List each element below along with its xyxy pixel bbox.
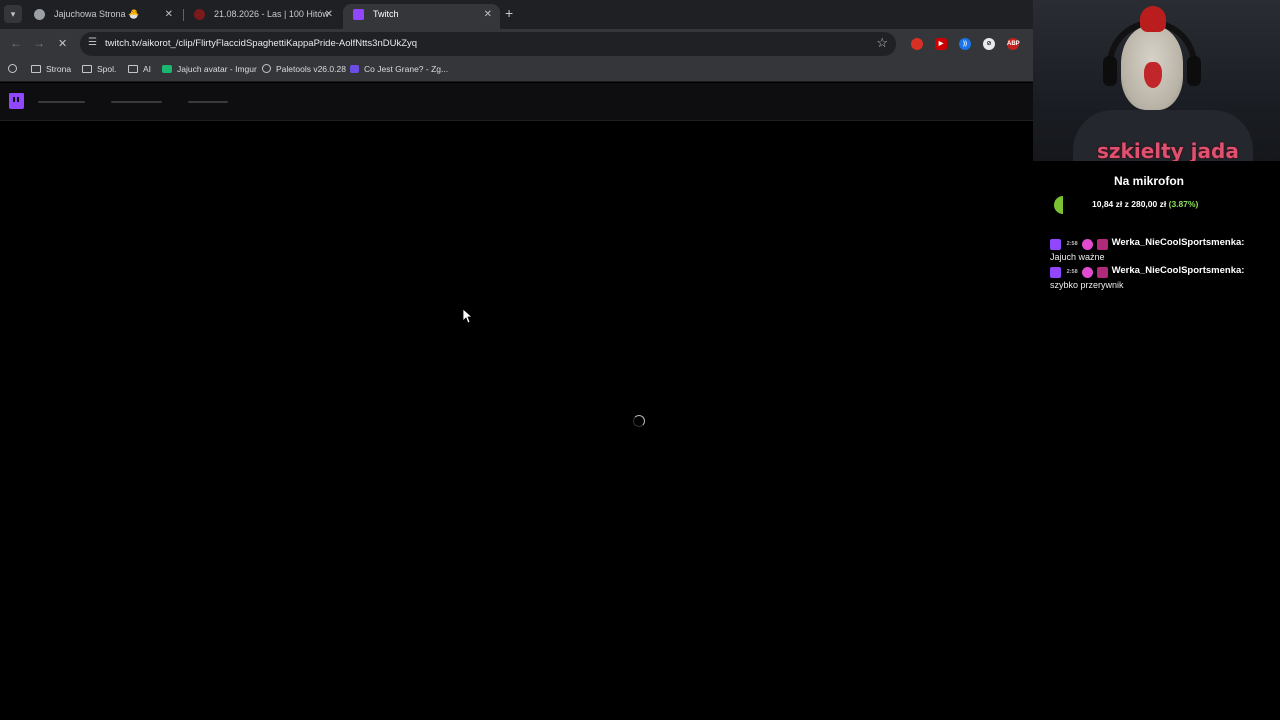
x-badge-icon	[1096, 266, 1108, 278]
bookmark-ai[interactable]: AI	[128, 64, 151, 74]
new-tab-button[interactable]: +	[505, 5, 513, 21]
site-info-icon[interactable]: ☰	[88, 37, 97, 48]
twitch-icon	[353, 9, 364, 20]
folder-icon	[82, 65, 92, 73]
twitch-badge-icon	[1050, 238, 1061, 250]
close-icon[interactable]: ✕	[165, 4, 173, 25]
twitch-logo-icon[interactable]	[9, 93, 24, 109]
bookmark-paletools[interactable]: Paletools v26.0.28	[262, 64, 346, 74]
tab-title: Jajuchowa Strona 🐣	[54, 9, 140, 19]
goal-title: Na mikrofon	[1113, 174, 1184, 188]
stream-overlay: szkielty jada Na mikrofon 10,84 zł z 280…	[1033, 0, 1280, 720]
site-icon	[350, 65, 359, 73]
audio-extension-icon[interactable]: ))	[959, 38, 971, 50]
globe-icon	[262, 64, 271, 73]
chat-text: Jajuch ważne	[1050, 252, 1105, 262]
chat-username: Werka_NieCoolSportsmenka:	[1111, 265, 1245, 276]
youtube-extension-icon[interactable]: ▶	[935, 38, 947, 50]
extension-red-icon[interactable]	[911, 38, 923, 50]
loading-spinner	[633, 415, 645, 427]
goal-progress-fill	[1054, 196, 1063, 214]
globe-icon	[34, 9, 45, 20]
heart-badge-icon	[1082, 266, 1094, 278]
twitch-top-nav	[0, 83, 1033, 121]
nav-placeholder	[188, 101, 228, 103]
tab-title: Twitch	[373, 9, 399, 19]
apps-icon[interactable]	[8, 64, 22, 74]
nav-placeholder	[38, 101, 85, 103]
bookmarks-bar: Strona Spol. AI Jajuch avatar - Imgur Pa…	[0, 59, 1033, 82]
tab-jajuchowa[interactable]: Jajuchowa Strona 🐣 ✕	[24, 4, 181, 29]
address-bar[interactable]: ☰ twitch.tv/aikorot_/clip/FlirtyFlaccidS…	[80, 32, 896, 56]
toolbar: ← → ✕ ☰ twitch.tv/aikorot_/clip/FlirtyFl…	[0, 29, 1033, 59]
page-content	[0, 121, 1033, 720]
close-icon[interactable]: ✕	[484, 4, 492, 25]
tab-strip: ▾ Jajuchowa Strona 🐣 ✕ 21.08.2026 - Las …	[0, 0, 1033, 29]
stop-loading-icon[interactable]: ✕	[58, 37, 67, 50]
compass-extension-icon[interactable]: ⊘	[983, 38, 995, 50]
webcam-feed: szkielty jada	[1033, 0, 1280, 161]
tab-title: 21.08.2026 - Las | 100 Hitów	[214, 9, 329, 19]
chat-badges: 2:58	[1050, 266, 1109, 279]
goal-amounts: 10,84 zł z 280,00 zł (3.87%)	[1092, 199, 1199, 209]
headset-ear	[1103, 56, 1117, 86]
tab-las[interactable]: 21.08.2026 - Las | 100 Hitów ✕	[184, 4, 341, 29]
bookmark-imgur[interactable]: Jajuch avatar - Imgur	[162, 64, 257, 74]
chicken-comb	[1140, 6, 1166, 32]
forward-icon[interactable]: →	[33, 36, 45, 50]
twitch-badge-icon	[1050, 266, 1061, 278]
bookmark-spol[interactable]: Spol.	[82, 64, 116, 74]
imgur-icon	[162, 65, 172, 73]
chat-message: 2:58 Werka_NieCoolSportsmenka: Jajuch wa…	[1050, 236, 1275, 264]
folder-icon	[128, 65, 138, 73]
browser-window: ▾ Jajuchowa Strona 🐣 ✕ 21.08.2026 - Las …	[0, 0, 1033, 720]
site-icon	[194, 9, 205, 20]
globe-icon	[8, 64, 17, 73]
mouse-cursor-icon	[462, 308, 474, 328]
close-icon[interactable]: ✕	[325, 4, 333, 25]
shirt-text: szkielty jada	[1097, 139, 1239, 161]
bookmark-strona[interactable]: Strona	[31, 64, 71, 74]
headset-ear	[1187, 56, 1201, 86]
bookmark-co-jest-grane[interactable]: Co Jest Grane? - Zg...	[350, 64, 448, 74]
url-text[interactable]: twitch.tv/aikorot_/clip/FlirtyFlaccidSpa…	[105, 38, 417, 49]
adblock-extension-icon[interactable]: ABP	[1007, 38, 1020, 50]
bookmark-star-icon[interactable]: ☆	[876, 35, 888, 51]
tab-search-icon[interactable]: ▾	[4, 5, 22, 23]
chat-text: szybko przerywnik	[1050, 280, 1124, 290]
x-badge-icon	[1096, 238, 1108, 250]
chat-username: Werka_NieCoolSportsmenka:	[1111, 237, 1245, 248]
heart-badge-icon	[1082, 238, 1094, 250]
nav-placeholder	[111, 101, 162, 103]
chat-message: 2:58 Werka_NieCoolSportsmenka: szybko pr…	[1050, 264, 1275, 292]
back-icon[interactable]: ←	[10, 36, 22, 50]
chicken-wattle	[1144, 62, 1162, 88]
chat-badges: 2:58	[1050, 238, 1109, 251]
tab-twitch[interactable]: Twitch ✕	[343, 4, 500, 29]
folder-icon	[31, 65, 41, 73]
